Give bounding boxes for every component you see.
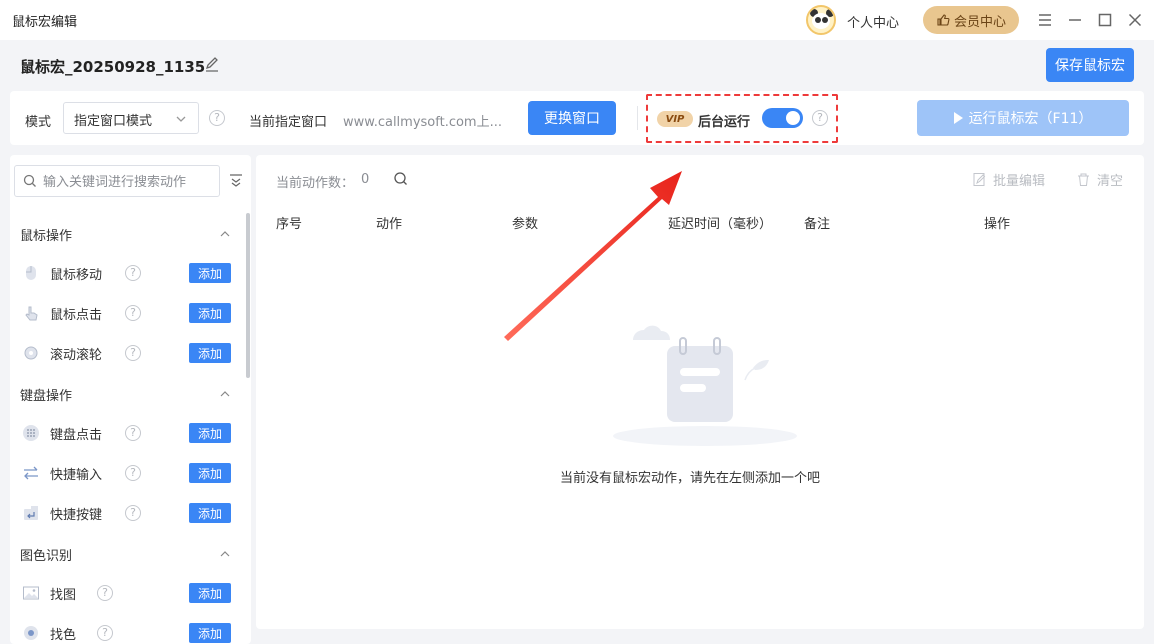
add-button[interactable]: 添加 xyxy=(189,263,231,283)
run-macro-label: 运行鼠标宏（F11） xyxy=(968,111,1093,127)
item-label: 快捷按键 xyxy=(50,508,103,523)
toolbar-divider xyxy=(637,106,638,130)
list-item: 鼠标点击 ? 添加 xyxy=(22,302,232,324)
current-window-value: www.callmysoft.com上... xyxy=(343,115,502,130)
action-count-value: 0 xyxy=(361,172,370,187)
enter-key-icon xyxy=(24,506,38,520)
help-icon[interactable]: ? xyxy=(125,265,141,281)
chevron-up-icon xyxy=(220,391,230,397)
column-header-action: 动作 xyxy=(376,217,403,232)
add-button[interactable]: 添加 xyxy=(189,303,231,323)
avatar[interactable] xyxy=(806,5,836,35)
batch-edit-button[interactable]: 批量编辑 xyxy=(972,170,1045,189)
item-label: 找图 xyxy=(50,588,77,603)
macro-name: 鼠标宏_20250928_1135 xyxy=(20,58,206,76)
help-icon[interactable]: ? xyxy=(125,305,141,321)
item-label: 快捷输入 xyxy=(50,468,103,483)
background-run-toggle[interactable] xyxy=(762,108,803,128)
list-item: 滚动滚轮 ? 添加 xyxy=(22,342,232,364)
add-button[interactable]: 添加 xyxy=(189,583,231,603)
clear-button[interactable]: 清空 xyxy=(1076,170,1123,189)
batch-edit-icon xyxy=(973,173,986,186)
personal-center-link[interactable]: 个人中心 xyxy=(847,12,899,31)
menu-icon[interactable] xyxy=(1036,11,1054,29)
item-label: 鼠标移动 xyxy=(50,268,103,283)
search-icon xyxy=(23,174,36,187)
help-icon[interactable]: ? xyxy=(125,345,141,361)
section-title: 鼠标操作 xyxy=(20,229,73,244)
help-icon[interactable]: ? xyxy=(125,465,141,481)
chevron-up-icon xyxy=(220,231,230,237)
mode-label: 模式 xyxy=(25,115,52,130)
thumbs-up-icon xyxy=(937,14,950,26)
item-label: 滚动滚轮 xyxy=(50,348,103,363)
item-label: 找色 xyxy=(50,628,77,643)
batch-edit-label: 批量编辑 xyxy=(993,174,1046,189)
add-button[interactable]: 添加 xyxy=(189,423,231,443)
section-title: 图色识别 xyxy=(20,549,73,564)
column-header-operation: 操作 xyxy=(984,217,1011,232)
chevron-up-icon xyxy=(220,551,230,557)
action-sidebar: 鼠标操作 鼠标移动 ? 添加 鼠标点击 ? 添加 滚动滚轮 ? 添加 键盘操作 … xyxy=(10,155,251,644)
run-macro-button[interactable]: 运行鼠标宏（F11） xyxy=(917,100,1129,136)
close-icon[interactable] xyxy=(1126,11,1144,29)
app-title: 鼠标宏编辑 xyxy=(12,15,78,30)
edit-icon[interactable] xyxy=(203,56,221,74)
list-item: 找图 ? 添加 xyxy=(22,582,232,604)
mode-help-icon[interactable]: ? xyxy=(209,110,225,126)
annotation-arrow xyxy=(504,171,682,341)
help-icon[interactable]: ? xyxy=(97,625,113,641)
change-window-button[interactable]: 更换窗口 xyxy=(528,101,616,135)
minimize-icon[interactable] xyxy=(1066,11,1084,29)
section-mouse-operations[interactable]: 鼠标操作 xyxy=(20,225,232,245)
image-icon xyxy=(23,586,39,600)
chevron-down-icon xyxy=(176,116,186,122)
mode-select[interactable]: 指定窗口模式 xyxy=(63,102,199,134)
add-button[interactable]: 添加 xyxy=(189,463,231,483)
background-run-label: 后台运行 xyxy=(698,115,751,130)
search-box[interactable] xyxy=(14,165,220,197)
keypad-icon xyxy=(23,425,39,441)
color-picker-icon xyxy=(24,626,38,640)
trash-icon xyxy=(1078,173,1089,186)
section-keyboard-operations[interactable]: 键盘操作 xyxy=(20,385,232,405)
section-title: 键盘操作 xyxy=(20,389,73,404)
list-item: 鼠标移动 ? 添加 xyxy=(22,262,232,284)
action-count-label: 当前动作数： xyxy=(276,176,355,191)
item-label: 键盘点击 xyxy=(50,428,103,443)
list-item: 快捷输入 ? 添加 xyxy=(22,462,232,484)
collapse-all-icon[interactable] xyxy=(228,172,244,188)
vip-badge: VIP xyxy=(657,111,693,127)
empty-state-message: 当前没有鼠标宏动作，请先在左侧添加一个吧 xyxy=(560,471,821,486)
vip-center-button[interactable]: 会员中心 xyxy=(923,6,1019,34)
current-window-label: 当前指定窗口 xyxy=(249,115,328,130)
list-item: 快捷按键 ? 添加 xyxy=(22,502,232,524)
help-icon[interactable]: ? xyxy=(125,425,141,441)
background-run-help-icon[interactable]: ? xyxy=(812,110,828,126)
play-icon xyxy=(953,112,963,124)
help-icon[interactable]: ? xyxy=(125,505,141,521)
clear-label: 清空 xyxy=(1097,174,1124,189)
item-label: 鼠标点击 xyxy=(50,308,103,323)
help-icon[interactable]: ? xyxy=(97,585,113,601)
section-image-color-recognition[interactable]: 图色识别 xyxy=(20,545,232,565)
mouse-icon xyxy=(26,266,36,280)
save-macro-button[interactable]: 保存鼠标宏 xyxy=(1046,48,1134,82)
add-button[interactable]: 添加 xyxy=(189,343,231,363)
list-item: 键盘点击 ? 添加 xyxy=(22,422,232,444)
sidebar-scrollbar[interactable] xyxy=(246,213,250,378)
add-button[interactable]: 添加 xyxy=(189,623,231,643)
gear-icon xyxy=(24,346,38,360)
maximize-icon[interactable] xyxy=(1096,11,1114,29)
search-input[interactable] xyxy=(43,171,215,193)
column-header-index: 序号 xyxy=(276,217,303,232)
search-icon[interactable] xyxy=(393,171,409,187)
mode-select-value: 指定窗口模式 xyxy=(74,114,153,129)
vip-center-label: 会员中心 xyxy=(953,14,1006,30)
list-item: 找色 ? 添加 xyxy=(22,622,232,644)
add-button[interactable]: 添加 xyxy=(189,503,231,523)
swap-arrows-icon xyxy=(24,466,38,480)
pointer-click-icon xyxy=(25,306,38,321)
column-header-note: 备注 xyxy=(804,217,831,232)
